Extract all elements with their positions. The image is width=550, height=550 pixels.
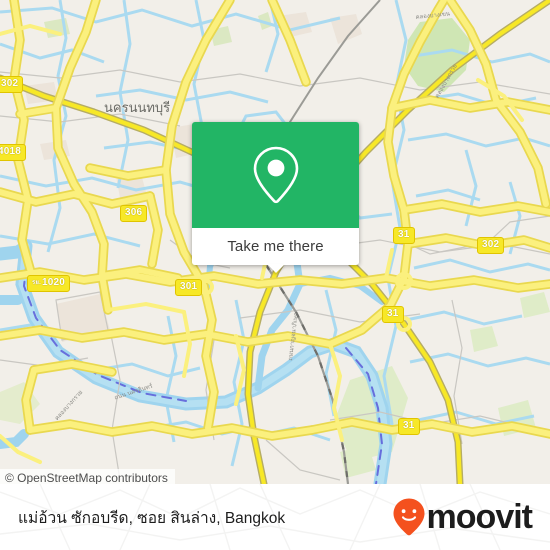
- map-canvas[interactable]: นครนนทบุรี คลองบางกรวย ถนน นครอินทร์ ถนน…: [0, 0, 550, 484]
- moovit-smiley-pin-icon: [393, 498, 425, 536]
- popup-icon-panel: [192, 122, 359, 228]
- route-shield-31-mid[interactable]: 31: [382, 306, 404, 323]
- place-label-nonthaburi: นครนนทบุรี: [104, 100, 171, 115]
- footer-bar: แม่อ้วน ซักอบรีด, ซอย สินล่าง, Bangkok m…: [0, 484, 550, 550]
- osm-attribution[interactable]: © OpenStreetMap contributors: [0, 469, 175, 484]
- route-shield-4018[interactable]: 4018: [0, 144, 27, 161]
- route-shield-prefix: รย.: [32, 280, 42, 286]
- location-address-label: แม่อ้วน ซักอบรีด, ซอย สินล่าง, Bangkok: [18, 509, 286, 527]
- route-shield-302-ne[interactable]: 302: [477, 237, 505, 254]
- route-shield-31-north[interactable]: 31: [393, 227, 415, 244]
- popup-action-label: Take me there: [227, 238, 324, 255]
- popup-action-panel[interactable]: Take me there: [192, 228, 359, 273]
- map-pin-icon: [253, 146, 298, 204]
- moovit-brand[interactable]: moovit: [392, 497, 533, 537]
- route-shield-number: 1020: [42, 277, 66, 288]
- route-shield-1020[interactable]: รย.1020: [27, 275, 71, 292]
- take-me-there-popup[interactable]: Take me there: [192, 122, 359, 273]
- route-shield-302-nw[interactable]: 302: [0, 76, 24, 93]
- moovit-wordmark: moovit: [426, 498, 533, 536]
- route-shield-306[interactable]: 306: [120, 205, 148, 222]
- route-shield-301[interactable]: 301: [175, 279, 203, 296]
- popup-pointer-tail: [266, 264, 285, 273]
- route-shield-31-south[interactable]: 31: [398, 418, 420, 435]
